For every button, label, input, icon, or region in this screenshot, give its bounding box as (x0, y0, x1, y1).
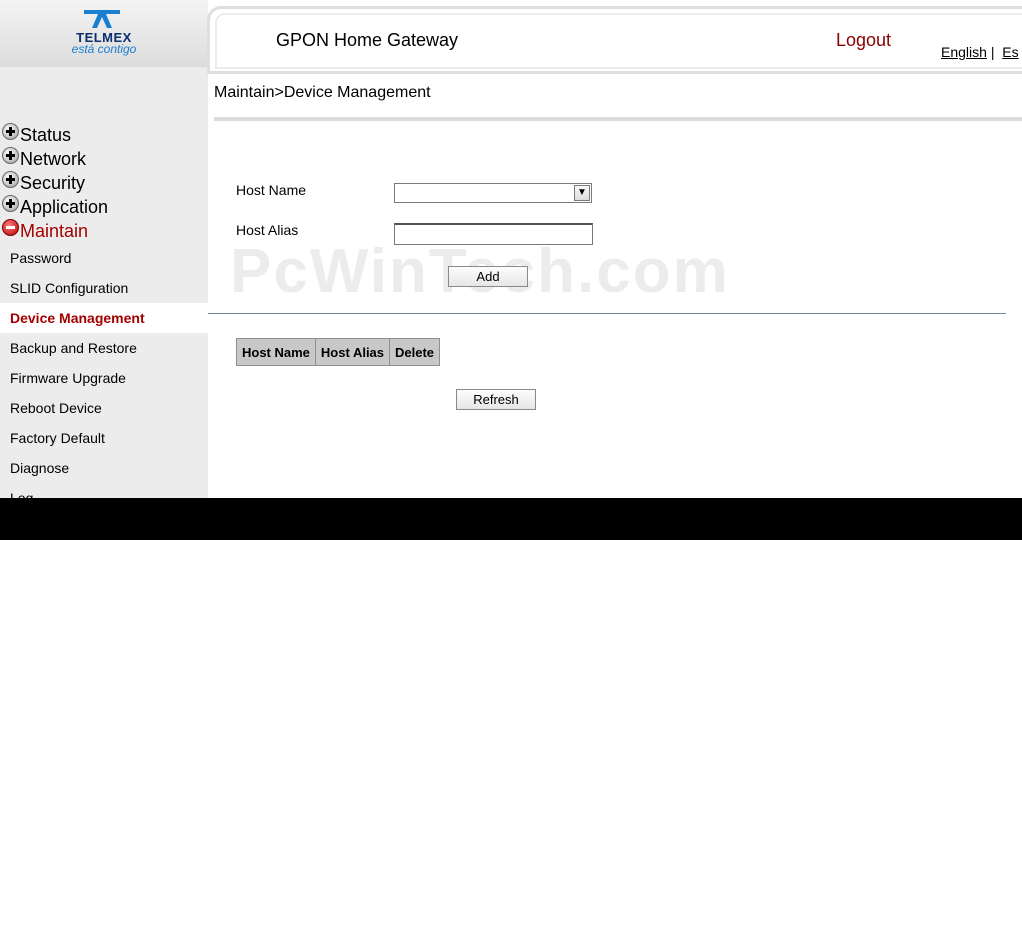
submenu-item-firmware-upgrade[interactable]: Firmware Upgrade (0, 363, 208, 393)
chevron-down-icon[interactable]: ▼ (574, 185, 590, 201)
menu-item-label: Status (20, 125, 72, 145)
host-name-label: Host Name (236, 182, 307, 198)
host-alias-input[interactable] (394, 223, 593, 245)
logout-link[interactable]: Logout (836, 30, 891, 51)
submenu-item-device-management[interactable]: Device Management (0, 303, 208, 333)
column-header-host-alias: Host Alias (314, 338, 391, 366)
menu-item-label: Application (20, 197, 109, 217)
submenu-item-reboot-device[interactable]: Reboot Device (0, 393, 208, 423)
submenu-item-log[interactable]: Log (0, 483, 208, 498)
language-separator: | (990, 44, 995, 60)
host-alias-label: Host Alias (236, 222, 299, 238)
host-name-select[interactable]: ▼ (394, 183, 592, 203)
language-switcher: English | Es (941, 44, 1019, 60)
column-header-delete: Delete (389, 338, 441, 366)
telmex-logo-icon (84, 10, 120, 28)
maintain-submenu: Password SLID Configuration Device Manag… (0, 243, 208, 498)
menu-item-label: Security (20, 173, 86, 193)
menu-item-application[interactable]: Application (0, 195, 208, 219)
breadcrumb: Maintain>Device Management (214, 84, 431, 101)
submenu-item-slid-configuration[interactable]: SLID Configuration (0, 273, 208, 303)
sidebar: Status Network Security Application Main… (0, 67, 208, 498)
submenu-item-password[interactable]: Password (0, 243, 208, 273)
menu-item-network[interactable]: Network (0, 147, 208, 171)
black-bar (0, 498, 1022, 540)
page-title: GPON Home Gateway (276, 30, 459, 50)
add-button[interactable]: Add (448, 266, 528, 287)
section-divider (208, 313, 1006, 314)
submenu-item-factory-default[interactable]: Factory Default (0, 423, 208, 453)
menu-item-security[interactable]: Security (0, 171, 208, 195)
menu-item-label: Maintain (20, 221, 89, 241)
menu-item-maintain[interactable]: Maintain (0, 219, 208, 243)
expand-icon (2, 123, 19, 140)
language-english-link[interactable]: English (941, 44, 987, 60)
collapse-icon (2, 219, 19, 236)
logo-area: TELMEX está contigo (0, 0, 208, 67)
menu-item-status[interactable]: Status (0, 123, 208, 147)
table-header-row: Host Name Host Alias Delete (236, 338, 441, 366)
menu-item-label: Network (20, 149, 87, 169)
breadcrumb-divider (214, 117, 1022, 121)
submenu-item-diagnose[interactable]: Diagnose (0, 453, 208, 483)
brand-tagline: está contigo (71, 42, 137, 56)
submenu-item-backup-restore[interactable]: Backup and Restore (0, 333, 208, 363)
column-header-host-name: Host Name (236, 338, 316, 366)
expand-icon (2, 147, 19, 164)
refresh-button[interactable]: Refresh (456, 389, 536, 410)
language-spanish-link[interactable]: Es (1002, 44, 1018, 60)
expand-icon (2, 195, 19, 212)
expand-icon (2, 171, 19, 188)
host-table: Host Name Host Alias Delete (236, 338, 441, 366)
main-menu: Status Network Security Application Main… (0, 123, 208, 498)
